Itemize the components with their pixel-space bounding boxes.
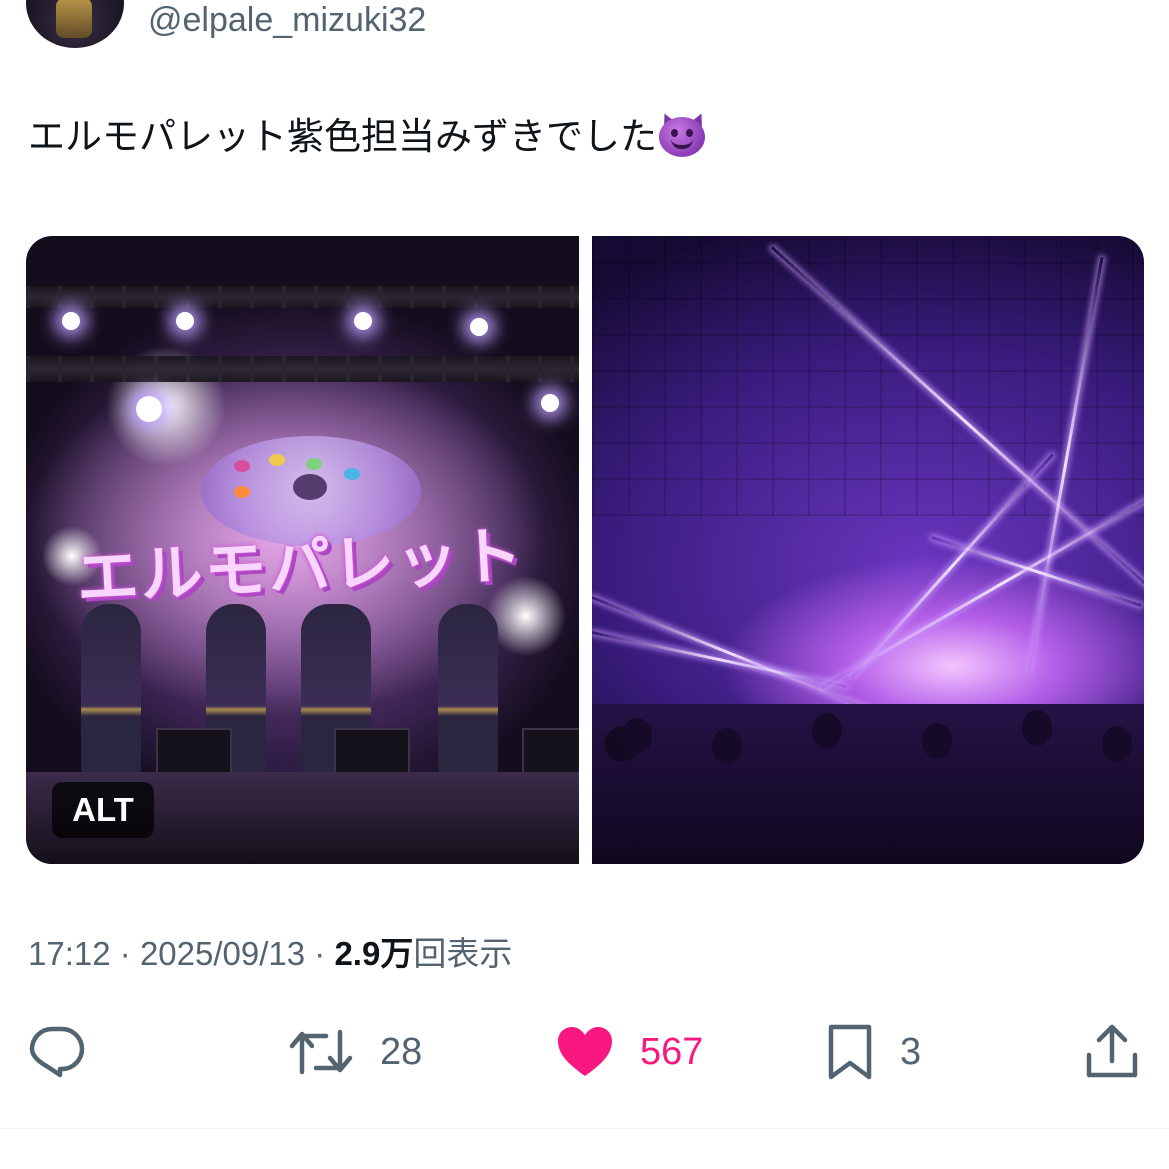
stage-speaker [334,728,410,774]
logo-text-art: エルモパレット [74,518,526,615]
audience-head [1022,710,1052,746]
retweet-button[interactable]: 28 [288,1022,422,1082]
laser-beam [592,596,871,712]
photo-concert-hall[interactable] [592,236,1144,864]
stage-light [62,312,80,330]
tweet-text: エルモパレット紫色担当みずきでした [28,111,707,162]
author-avatar[interactable] [26,0,124,48]
meta-separator: · [314,935,326,972]
audience-silhouette [592,704,1144,864]
share-button[interactable] [1084,1022,1140,1082]
stage-light [470,318,488,336]
photo-concert-stage[interactable]: エルモパレット ALT [26,236,579,864]
bookmark-count: 3 [900,1030,922,1073]
audience-head [1102,726,1132,762]
stage-light [541,394,559,412]
reply-button[interactable] [28,1022,86,1082]
tweet-date[interactable]: 2025/09/13 [140,935,305,972]
tweet-text-body: エルモパレット紫色担当みずきでした [28,115,657,158]
stage-truss [26,356,579,382]
alt-text-badge[interactable]: ALT [52,782,154,838]
audience-head [622,718,652,754]
views-label: 回表示 [413,935,513,972]
stage-light [176,312,194,330]
heart-icon [558,1027,612,1076]
stage-light [354,312,372,330]
stage-speaker [522,728,579,774]
reply-icon [29,1026,85,1078]
laser-beam [592,631,847,689]
smiling-imp-emoji-icon [657,111,707,157]
author-handle[interactable]: @elpale_mizuki32 [148,0,426,40]
tweet-divider [0,1128,1169,1129]
tweet-time[interactable]: 17:12 [28,935,111,972]
like-count: 567 [640,1030,704,1073]
laser-beam [931,536,1142,607]
stage-light [136,396,162,422]
views-count: 2.9万 [334,935,414,972]
audience-head [712,728,742,764]
meta-separator: · [119,935,131,972]
audience-head [922,723,952,759]
audience-head [812,713,842,749]
tweet-meta: 17:12 · 2025/09/13 · 2.9万回表示 [28,932,512,976]
retweet-count: 28 [380,1030,423,1073]
performer-silhouette [81,604,141,774]
media-grid: エルモパレット ALT [26,236,1144,864]
bookmark-icon [828,1024,872,1080]
like-button[interactable]: 567 [556,1022,703,1082]
performer-silhouette [438,604,498,774]
share-icon [1086,1024,1138,1078]
stage-speaker [156,728,232,774]
stage-truss [26,286,579,308]
retweet-icon [289,1029,353,1075]
bookmark-button[interactable]: 3 [826,1022,921,1082]
